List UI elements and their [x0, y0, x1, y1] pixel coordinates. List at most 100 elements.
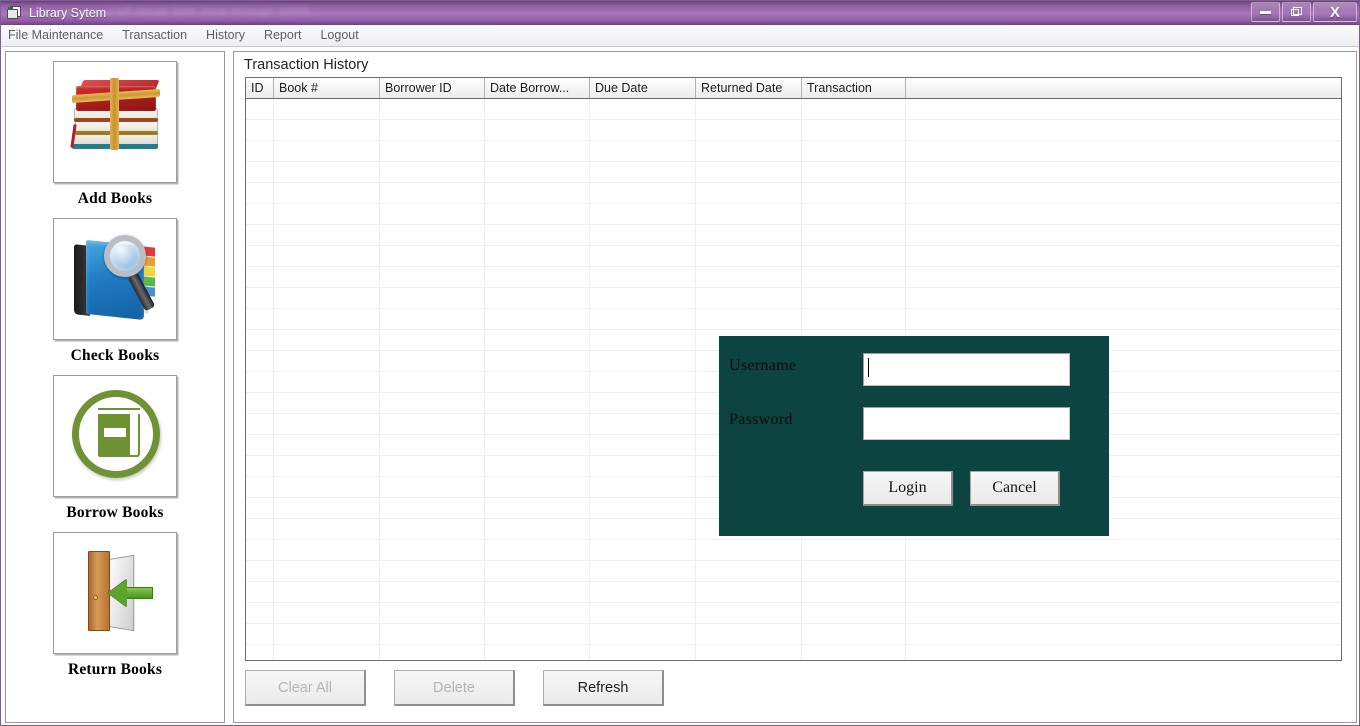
table-cell	[590, 120, 696, 141]
table-cell	[485, 372, 590, 393]
table-cell	[485, 456, 590, 477]
table-cell	[274, 477, 380, 498]
table-cell	[246, 561, 274, 582]
title-bar: Library Sytem craft visual item Java thr…	[1, 1, 1359, 25]
table-cell	[274, 225, 380, 246]
table-cell	[802, 309, 906, 330]
table-row[interactable]	[246, 141, 1341, 162]
table-cell	[696, 267, 802, 288]
table-cell	[380, 204, 485, 225]
table-cell	[696, 99, 802, 120]
table-cell-filler	[906, 540, 1341, 561]
table-cell	[380, 372, 485, 393]
table-cell	[802, 246, 906, 267]
menu-logout[interactable]: Logout	[320, 27, 367, 44]
login-button[interactable]: Login	[863, 471, 953, 506]
table-row[interactable]	[246, 309, 1341, 330]
table-cell	[274, 246, 380, 267]
close-button[interactable]: X	[1313, 2, 1357, 22]
table-cell	[485, 99, 590, 120]
refresh-button[interactable]: Refresh	[543, 670, 664, 706]
table-cell-filler	[906, 603, 1341, 624]
table-cell	[590, 519, 696, 540]
table-cell	[590, 204, 696, 225]
table-row[interactable]	[246, 267, 1341, 288]
table-row[interactable]	[246, 645, 1341, 660]
cancel-button[interactable]: Cancel	[970, 471, 1060, 506]
action-button-row: Clear All Delete Refresh	[245, 670, 664, 706]
table-cell	[485, 120, 590, 141]
username-input[interactable]	[863, 353, 1070, 386]
table-cell	[590, 267, 696, 288]
table-cell	[246, 120, 274, 141]
maximize-button[interactable]	[1282, 2, 1311, 22]
menu-transaction[interactable]: Transaction	[122, 27, 196, 44]
table-cell	[246, 540, 274, 561]
table-cell	[485, 351, 590, 372]
table-cell	[485, 477, 590, 498]
table-cell	[274, 330, 380, 351]
table-cell	[696, 645, 802, 660]
table-cell	[380, 162, 485, 183]
sidebar-item-label: Return Books	[67, 661, 163, 678]
table-cell	[485, 519, 590, 540]
table-cell	[246, 330, 274, 351]
table-cell	[246, 456, 274, 477]
sidebar-item-borrow-books[interactable]: Borrow Books	[6, 375, 224, 522]
table-cell	[590, 582, 696, 603]
table-cell	[485, 498, 590, 519]
password-input[interactable]	[863, 407, 1070, 440]
table-row[interactable]	[246, 225, 1341, 246]
table-cell	[246, 309, 274, 330]
menu-report[interactable]: Report	[264, 27, 311, 44]
clear-all-button[interactable]: Clear All	[245, 670, 366, 706]
table-cell	[380, 120, 485, 141]
page-title: Transaction History	[244, 57, 369, 73]
table-row[interactable]	[246, 183, 1341, 204]
table-cell	[380, 183, 485, 204]
table-header-cell[interactable]: Due Date	[590, 78, 696, 98]
sidebar: Add Books Check Books Borrow Books Retur…	[5, 51, 225, 723]
table-cell	[590, 561, 696, 582]
table-cell	[802, 645, 906, 660]
table-row[interactable]	[246, 162, 1341, 183]
table-header-cell[interactable]: ID	[246, 78, 274, 98]
sidebar-item-return-books[interactable]: Return Books	[6, 532, 224, 679]
table-row[interactable]	[246, 99, 1341, 120]
table-header-cell[interactable]: Date Borrow...	[485, 78, 590, 98]
table-cell	[246, 162, 274, 183]
table-row[interactable]	[246, 561, 1341, 582]
table-cell	[274, 519, 380, 540]
table-cell-filler	[906, 141, 1341, 162]
table-row[interactable]	[246, 288, 1341, 309]
table-header-cell[interactable]: Transaction	[802, 78, 906, 98]
menu-history[interactable]: History	[206, 27, 254, 44]
table-row[interactable]	[246, 204, 1341, 225]
table-header-cell[interactable]: Book #	[274, 78, 380, 98]
table-cell-filler	[906, 645, 1341, 660]
sidebar-item-add-books[interactable]: Add Books	[6, 61, 224, 208]
table-row[interactable]	[246, 246, 1341, 267]
table-row[interactable]	[246, 624, 1341, 645]
table-cell	[485, 624, 590, 645]
table-cell	[485, 162, 590, 183]
table-cell	[696, 141, 802, 162]
table-row[interactable]	[246, 120, 1341, 141]
table-cell	[246, 267, 274, 288]
table-cell	[380, 603, 485, 624]
table-row[interactable]	[246, 582, 1341, 603]
table-cell	[274, 414, 380, 435]
table-cell	[274, 582, 380, 603]
delete-button[interactable]: Delete	[394, 670, 515, 706]
table-cell	[274, 393, 380, 414]
minimize-button[interactable]	[1251, 2, 1280, 22]
table-cell	[485, 288, 590, 309]
table-header-cell[interactable]: Returned Date	[696, 78, 802, 98]
sidebar-item-check-books[interactable]: Check Books	[6, 218, 224, 365]
menu-file-maintenance[interactable]: File Maintenance	[8, 27, 112, 44]
table-cell-filler	[906, 582, 1341, 603]
table-cell-filler	[906, 120, 1341, 141]
table-header-cell[interactable]: Borrower ID	[380, 78, 485, 98]
table-row[interactable]	[246, 540, 1341, 561]
table-row[interactable]	[246, 603, 1341, 624]
